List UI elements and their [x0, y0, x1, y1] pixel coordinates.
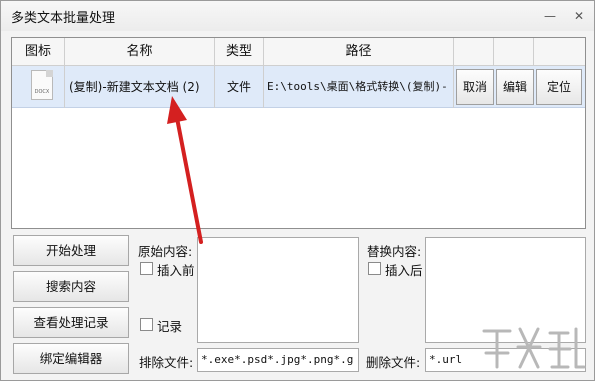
- arrow-head: [167, 96, 187, 124]
- watermark-logo: [482, 327, 586, 369]
- arrow-shaft: [175, 116, 203, 244]
